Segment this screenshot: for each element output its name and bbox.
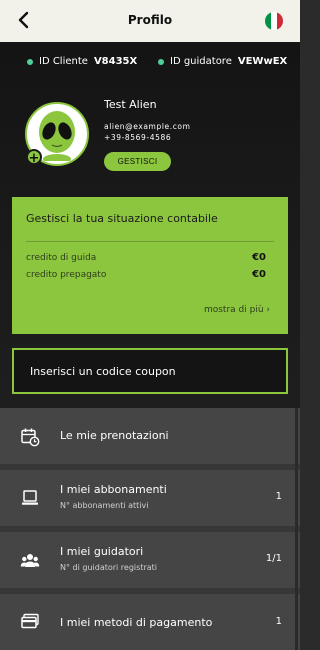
menu-item-label: Le mie prenotazioni bbox=[60, 429, 169, 442]
credit-value: €0 bbox=[252, 252, 266, 263]
manage-button[interactable]: GESTISCI bbox=[104, 152, 171, 171]
menu-item-count: 1 bbox=[275, 491, 282, 502]
client-id-value: V8435X bbox=[93, 56, 138, 67]
menu-item-label: I miei abbonamenti bbox=[60, 483, 167, 496]
menu-item-subtitle: N° di guidatori registrati bbox=[60, 563, 157, 572]
top-bar: Profilo bbox=[0, 0, 300, 42]
coupon-label: Inserisci un codice coupon bbox=[30, 365, 176, 378]
italy-flag-icon[interactable] bbox=[265, 12, 283, 30]
page-title: Profilo bbox=[127, 13, 173, 27]
client-id: ID Cliente V8435X bbox=[27, 56, 137, 67]
menu-item-count: 1 bbox=[275, 616, 282, 627]
credit-label: credito di guida bbox=[26, 253, 97, 263]
people-icon bbox=[20, 551, 40, 571]
menu-item-payment-methods[interactable]: I miei metodi di pagamento 1 bbox=[0, 594, 300, 650]
laptop-icon bbox=[20, 488, 40, 508]
menu-item-drivers[interactable]: I miei guidatori N° di guidatori registr… bbox=[0, 532, 300, 588]
plus-icon[interactable]: + bbox=[26, 149, 42, 166]
status-dot-icon bbox=[27, 58, 33, 65]
credit-value: €0 bbox=[252, 269, 266, 280]
coupon-button[interactable]: Inserisci un codice coupon bbox=[12, 348, 288, 394]
menu-item-subtitle: N° abbonamenti attivi bbox=[60, 501, 149, 510]
driver-id-value: VEWwEX bbox=[237, 56, 288, 67]
menu-item-label: I miei metodi di pagamento bbox=[60, 616, 213, 629]
account-title: Gestisci la tua situazione contabile bbox=[26, 212, 218, 225]
driver-id-label: ID guidatore bbox=[170, 56, 232, 67]
driver-id: ID guidatore VEWwEX bbox=[158, 56, 287, 67]
credit-label: credito prepagato bbox=[26, 270, 107, 280]
scrollbar[interactable] bbox=[295, 408, 298, 650]
user-email: alien@example.com bbox=[104, 122, 191, 131]
user-phone: +39-8569-4586 bbox=[104, 133, 172, 142]
client-id-label: ID Cliente bbox=[39, 56, 88, 67]
user-name: Test Alien bbox=[104, 98, 157, 111]
calendar-clock-icon bbox=[20, 427, 40, 447]
menu-item-bookings[interactable]: Le mie prenotazioni bbox=[0, 408, 300, 464]
account-card[interactable]: Gestisci la tua situazione contabile cre… bbox=[12, 197, 288, 334]
id-row: ID Cliente V8435X ID guidatore VEWwEX bbox=[0, 56, 300, 70]
show-more-link[interactable]: mostra di più › bbox=[204, 305, 270, 315]
divider bbox=[26, 241, 274, 242]
menu-list: Le mie prenotazioni I miei abbonamenti N… bbox=[0, 408, 300, 650]
credit-card-icon bbox=[20, 612, 40, 632]
avatar[interactable]: + bbox=[25, 102, 89, 166]
status-dot-icon bbox=[158, 58, 164, 65]
menu-item-label: I miei guidatori bbox=[60, 545, 144, 558]
menu-item-subscriptions[interactable]: I miei abbonamenti N° abbonamenti attivi… bbox=[0, 470, 300, 526]
menu-item-count: 1/1 bbox=[265, 553, 282, 564]
